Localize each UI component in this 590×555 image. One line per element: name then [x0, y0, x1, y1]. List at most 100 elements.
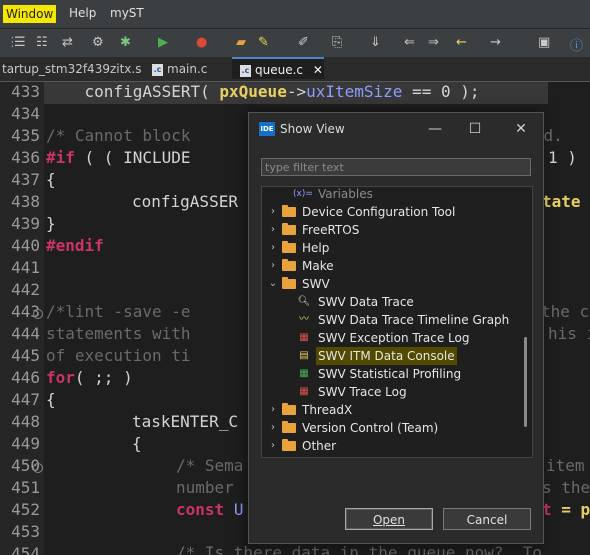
ide-logo-icon: IDE [259, 122, 275, 136]
dialog-title: Show View [280, 122, 345, 136]
code-line-445: of execution ti [46, 346, 191, 365]
toolbar-pen-icon[interactable]: ✎ [258, 35, 269, 50]
toolbar-format-icon[interactable]: ⇄ [62, 35, 73, 50]
chevron-right-icon[interactable]: › [268, 437, 278, 455]
code-line-436-tail: 1 ) [548, 148, 577, 167]
line-number: 452 [11, 500, 40, 519]
toolbar-debug-icon[interactable]: ✱ [120, 35, 131, 50]
tree-item-swv-statistical-profiling[interactable]: ▦ SWV Statistical Profiling [262, 365, 512, 383]
code-line-435: /* Cannot block [46, 126, 191, 145]
chevron-right-icon[interactable]: › [268, 257, 278, 275]
tab-startup[interactable]: tartup_stm32f439zitx.s [2, 57, 141, 81]
maximize-icon[interactable]: ☐ [465, 119, 485, 139]
toolbar-settings-icon[interactable]: ⚙ [92, 35, 104, 50]
menu-myst[interactable]: myST [110, 6, 144, 20]
chevron-right-icon[interactable]: › [268, 419, 278, 437]
toolbar-stop-icon[interactable]: ● [196, 35, 207, 50]
chevron-right-icon[interactable]: › [268, 203, 278, 221]
line-number: 454 [11, 544, 40, 555]
tree-item-swv-data-trace-timeline-graph[interactable]: 〰 SWV Data Trace Timeline Graph [262, 311, 512, 329]
code-line-440: #endif [46, 236, 104, 255]
code-line-448: taskENTER_C [132, 412, 238, 431]
toolbar-pin-icon[interactable]: ⇓ [370, 35, 381, 50]
toolbar-info-icon[interactable]: ⓘ [570, 35, 583, 54]
dialog-titlebar[interactable]: IDE Show View — ☐ ✕ [249, 113, 543, 145]
line-number: 442 [11, 280, 40, 299]
chevron-right-icon[interactable]: › [268, 221, 278, 239]
tree-item-device-configuration-tool[interactable]: › Device Configuration Tool [262, 203, 512, 221]
toolbar-back-icon[interactable]: ⇐ [404, 35, 415, 50]
view-tree[interactable]: (x)= Variables › Device Configuration Tool ›… [261, 186, 533, 458]
code-line-449: { [132, 434, 142, 453]
tree-item-freertos[interactable]: › FreeRTOS [262, 221, 512, 239]
menu-help[interactable]: Help [69, 6, 96, 20]
toolbar-open-folder-icon[interactable]: ▰ [236, 35, 246, 50]
line-number: 445 [11, 346, 40, 365]
tree-item-help[interactable]: › Help [262, 239, 512, 257]
tree-item-other[interactable]: › Other [262, 437, 512, 455]
folder-icon [282, 241, 296, 253]
code-line-452: const U [176, 500, 244, 519]
toolbar-next-icon[interactable]: → [490, 35, 501, 50]
folder-icon [282, 223, 296, 235]
tree-item-label: Help [302, 241, 330, 255]
tab-label: queue.c [255, 63, 304, 77]
close-icon[interactable]: ✕ [511, 119, 531, 139]
open-button[interactable]: Open [345, 508, 433, 530]
tree-item-label: Variables [318, 187, 373, 201]
toolbar-forward-edit-icon[interactable]: ⇒ [428, 35, 439, 50]
line-number: 453 [11, 522, 40, 541]
tab-queue-c[interactable]: .c queue.c ✕ [232, 57, 324, 79]
tree-item-label: SWV Exception Trace Log [318, 331, 470, 345]
toolbar-prev-icon[interactable]: ← [456, 35, 467, 50]
toolbar-edit-icon[interactable]: ✐ [298, 35, 309, 50]
tab-main-c[interactable]: .c main.c [152, 57, 228, 81]
toolbar-window-icon[interactable]: ▣ [538, 35, 550, 50]
code-line-443: /*lint -save -e [46, 302, 191, 321]
magnifier-icon: 🔍︎ [297, 296, 311, 307]
fold-marker-icon[interactable] [33, 309, 43, 319]
code-line-447: { [46, 390, 56, 409]
chevron-right-icon[interactable]: › [268, 239, 278, 257]
tab-close-icon[interactable]: ✕ [313, 63, 323, 77]
line-number: 439 [11, 214, 40, 233]
tree-item-label: ThreadX [302, 403, 353, 417]
menu-window[interactable]: Window [3, 5, 57, 23]
line-number: 446 [11, 368, 40, 387]
line-number: 433 [11, 82, 40, 101]
toolbar-annotate-icon[interactable]: ⎘ [332, 35, 342, 50]
green-table-icon: ▦ [299, 368, 309, 379]
console-icon: ▤ [299, 350, 309, 361]
line-number: 434 [11, 104, 40, 123]
tree-item-variables[interactable]: (x)= Variables [262, 187, 512, 203]
toolbar-list-icon[interactable]: ☰ [14, 35, 26, 50]
code-line-433: configASSERT( pxQueue->uxItemSize == 0 )… [84, 82, 480, 101]
folder-icon [282, 259, 296, 271]
tree-item-swv[interactable]: ⌄ SWV [262, 275, 512, 293]
tree-item-version-control-team[interactable]: › Version Control (Team) [262, 419, 512, 437]
chevron-down-icon[interactable]: ⌄ [268, 275, 278, 293]
tree-item-swv-itm-data-console[interactable]: ▤ SWV ITM Data Console [262, 347, 512, 365]
editor-tabs: tartup_stm32f439zitx.s .c main.c .c queue.… [0, 57, 590, 82]
code-line-446: for( ;; ) [46, 368, 133, 387]
filter-input[interactable]: type filter text [261, 158, 531, 176]
chevron-right-icon[interactable]: › [268, 401, 278, 419]
minimize-icon[interactable]: — [425, 119, 445, 139]
folder-icon [282, 403, 296, 415]
tree-item-threadx[interactable]: › ThreadX [262, 401, 512, 419]
tree-scrollbar[interactable] [524, 337, 527, 427]
line-number: 451 [11, 478, 40, 497]
fold-marker-icon[interactable] [33, 463, 43, 473]
cancel-button[interactable]: Cancel [443, 508, 531, 530]
toolbar-outline-icon[interactable]: ☷ [36, 35, 48, 50]
tree-item-swv-data-trace[interactable]: 🔍︎ SWV Data Trace [262, 293, 512, 311]
tree-item-make[interactable]: › Make [262, 257, 512, 275]
toolbar-run-icon[interactable]: ▶ [158, 35, 168, 50]
variables-icon: (x)= [293, 189, 313, 199]
line-number: 435 [11, 126, 40, 145]
code-line-452-tail: t = p [542, 500, 590, 519]
tree-item-swv-exception-trace-log[interactable]: ▦ SWV Exception Trace Log [262, 329, 512, 347]
line-number: 447 [11, 390, 40, 409]
code-line-437: { [46, 170, 56, 189]
tree-item-swv-trace-log[interactable]: ▦ SWV Trace Log [262, 383, 512, 401]
